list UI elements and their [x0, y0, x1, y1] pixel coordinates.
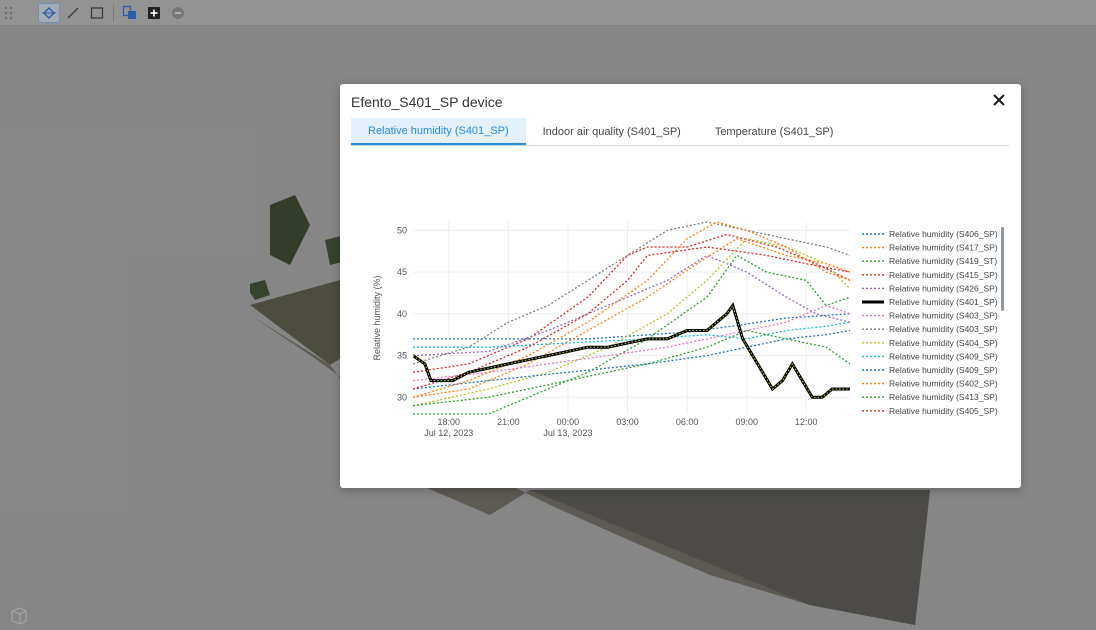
layers-icon	[122, 5, 136, 19]
legend-item-label[interactable]: Relative humidity (S413_SP)	[889, 392, 998, 402]
humidity-line-chart[interactable]: 30 35 40 45 50 18:00Jul 12, 2023 21:00 00:00Jul…	[340, 84, 1021, 488]
x-tick-label: 09:00	[735, 417, 758, 427]
device-dialog: Efento_S401_SP device Relative humidity …	[340, 84, 1021, 488]
legend-scrollbar[interactable]	[1001, 227, 1004, 311]
series-line-2	[413, 254, 850, 415]
y-tick-label: 40	[397, 309, 407, 319]
legend-item-label[interactable]: Relative humidity (S405_SP)	[889, 406, 998, 416]
x-tick-label: 21:00	[497, 417, 520, 427]
x-tick-label: 18:00	[437, 417, 460, 427]
x-tick-label: 03:00	[616, 417, 639, 427]
line-tool-button[interactable]	[62, 3, 84, 23]
rectangle-tool-button[interactable]	[86, 3, 108, 23]
series-line-0	[413, 313, 850, 340]
line-tool-icon	[67, 7, 79, 18]
layers-button[interactable]	[119, 3, 141, 23]
y-tick-label: 35	[397, 351, 407, 361]
y-tick-label: 50	[397, 225, 407, 235]
series-line-4	[413, 254, 850, 357]
legend-item-label[interactable]: Relative humidity (S402_SP)	[889, 379, 998, 389]
y-tick-label: 30	[397, 392, 407, 402]
point-tool-button[interactable]	[38, 2, 60, 23]
toolbar-separator	[113, 3, 114, 22]
legend-item-label[interactable]: Relative humidity (S409_SP)	[889, 365, 998, 375]
x-tick-sublabel: Jul 12, 2023	[424, 428, 473, 438]
point-tool-icon	[42, 6, 56, 19]
remove-icon	[172, 6, 184, 19]
rectangle-tool-icon	[90, 6, 104, 19]
y-tick-label: 45	[397, 267, 407, 277]
add-button[interactable]	[143, 3, 165, 23]
x-tick-label: 00:00	[557, 417, 580, 427]
legend-item-label[interactable]: Relative humidity (S403_SP)	[889, 311, 998, 321]
legend-item-label[interactable]: Relative humidity (S404_SP)	[889, 338, 998, 348]
legend-item-label[interactable]: Relative humidity (S415_SP)	[889, 270, 998, 280]
x-tick-sublabel: Jul 13, 2023	[543, 428, 592, 438]
legend-item-label[interactable]: Relative humidity (S409_SP)	[889, 351, 998, 361]
drag-handle-icon[interactable]	[4, 5, 16, 21]
legend-item-label[interactable]: Relative humidity (S401_SP)	[889, 297, 998, 307]
navigation-cube-icon[interactable]	[8, 605, 30, 627]
legend-item-label[interactable]: Relative humidity (S403_SP)	[889, 324, 998, 334]
legend-item-label[interactable]: Relative humidity (S406_SP)	[889, 229, 998, 239]
legend-item-label[interactable]: Relative humidity (S417_SP)	[889, 243, 998, 253]
x-tick-label: 06:00	[676, 417, 699, 427]
y-axis-label: Relative humidity (%)	[372, 275, 382, 360]
add-icon	[148, 6, 160, 19]
toolbar	[0, 0, 1096, 26]
x-tick-label: 12:00	[795, 417, 818, 427]
remove-button[interactable]	[167, 3, 189, 23]
legend-item-label[interactable]: Relative humidity (S419_ST)	[889, 256, 997, 266]
legend-item-label[interactable]: Relative humidity (S426_SP)	[889, 283, 998, 293]
